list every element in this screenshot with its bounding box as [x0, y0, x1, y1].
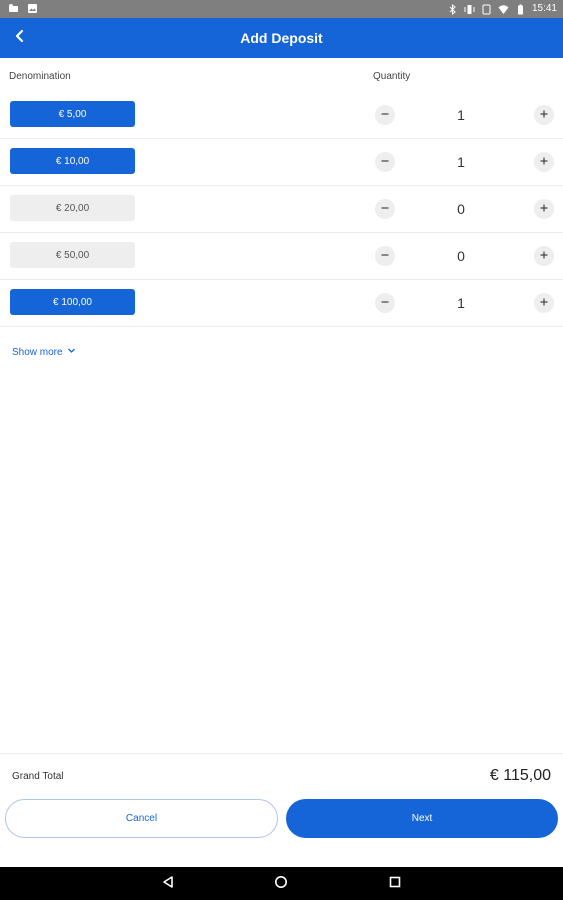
quantity-value: 1 — [457, 295, 465, 311]
chevron-down-icon — [67, 346, 76, 358]
nav-home-button[interactable] — [271, 874, 291, 894]
increase-quantity-button[interactable] — [534, 199, 554, 219]
grand-total-value: € 115,00 — [489, 767, 551, 784]
increase-quantity-button[interactable] — [534, 293, 554, 313]
quantity-value: 0 — [457, 248, 465, 264]
status-time: 15:41 — [531, 3, 557, 14]
square-recents-icon — [388, 875, 402, 894]
denomination-row: € 20,00 0 — [0, 186, 563, 233]
grand-total-label: Grand Total — [12, 771, 64, 782]
triangle-back-icon — [161, 875, 175, 894]
decrease-quantity-button[interactable] — [375, 105, 395, 125]
battery-icon — [515, 4, 526, 15]
denomination-header: Denomination — [9, 71, 71, 82]
increase-quantity-button[interactable] — [534, 152, 554, 172]
minus-icon — [380, 153, 390, 171]
footer-divider — [0, 753, 563, 754]
plus-icon — [539, 247, 549, 265]
quantity-value: 1 — [457, 154, 465, 170]
plus-icon — [539, 200, 549, 218]
back-button[interactable] — [4, 22, 36, 54]
quantity-value: 1 — [457, 107, 465, 123]
chevron-left-icon — [13, 29, 27, 48]
denomination-toggle-50[interactable]: € 50,00 — [10, 242, 135, 268]
decrease-quantity-button[interactable] — [375, 293, 395, 313]
status-bar: 15:41 — [0, 0, 563, 18]
cancel-button[interactable]: Cancel — [5, 799, 278, 838]
plus-icon — [539, 153, 549, 171]
show-more-label: Show more — [12, 346, 63, 358]
minus-icon — [380, 294, 390, 312]
wifi-icon — [498, 4, 509, 15]
image-icon — [27, 3, 38, 14]
show-more-link[interactable]: Show more — [12, 346, 76, 358]
denomination-row: € 50,00 0 — [0, 233, 563, 280]
denomination-row: € 10,00 1 — [0, 139, 563, 186]
quantity-value: 0 — [457, 201, 465, 217]
plus-icon — [539, 294, 549, 312]
minus-icon — [380, 247, 390, 265]
rotate-icon — [481, 4, 492, 15]
denomination-toggle-20[interactable]: € 20,00 — [10, 195, 135, 221]
notification-icon — [8, 3, 19, 14]
minus-icon — [380, 200, 390, 218]
vibrate-icon — [464, 4, 475, 15]
next-button[interactable]: Next — [286, 799, 558, 838]
denomination-row: € 5,00 1 — [0, 92, 563, 139]
decrease-quantity-button[interactable] — [375, 152, 395, 172]
increase-quantity-button[interactable] — [534, 105, 554, 125]
page-title: Add Deposit — [240, 30, 323, 46]
bluetooth-icon — [447, 3, 458, 15]
denomination-row: € 100,00 1 — [0, 280, 563, 327]
denomination-toggle-100[interactable]: € 100,00 — [10, 289, 135, 315]
nav-recents-button[interactable] — [385, 874, 405, 894]
decrease-quantity-button[interactable] — [375, 199, 395, 219]
increase-quantity-button[interactable] — [534, 246, 554, 266]
quantity-header: Quantity — [373, 71, 411, 82]
denomination-toggle-5[interactable]: € 5,00 — [10, 101, 135, 127]
denomination-list: € 5,00 1 € 10,00 1 € 20,00 0 € 50,00 0 €… — [0, 92, 563, 327]
denomination-toggle-10[interactable]: € 10,00 — [10, 148, 135, 174]
app-bar: Add Deposit — [0, 18, 563, 58]
minus-icon — [380, 106, 390, 124]
nav-back-button[interactable] — [158, 874, 178, 894]
circle-home-icon — [274, 875, 288, 894]
navigation-bar — [0, 867, 563, 900]
decrease-quantity-button[interactable] — [375, 246, 395, 266]
plus-icon — [539, 106, 549, 124]
